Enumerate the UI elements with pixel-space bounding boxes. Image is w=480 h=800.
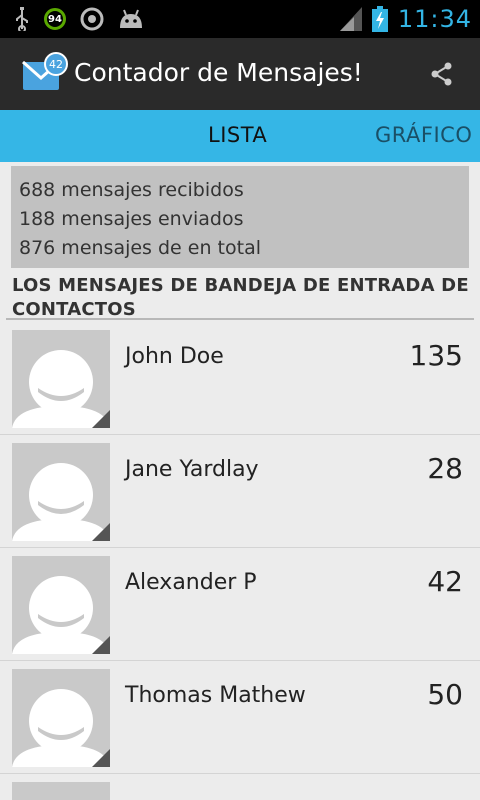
status-left-icons: 94	[14, 4, 144, 34]
signal-icon	[339, 7, 362, 31]
app-title: Contador de Mensajes!	[74, 58, 363, 87]
app-circle-icon	[80, 7, 104, 31]
contact-row[interactable]: Thomas Mathew 50	[0, 661, 480, 774]
contact-row[interactable]: Jane Yardlay 28	[0, 435, 480, 548]
contact-avatar-icon	[12, 443, 110, 541]
contact-avatar-icon	[12, 330, 110, 428]
section-divider	[6, 318, 474, 320]
contact-avatar-icon	[12, 782, 110, 800]
sent-count-text: 188 mensajes enviados	[19, 208, 244, 230]
app-mail-icon: 42	[22, 52, 68, 90]
contact-avatar-icon	[12, 556, 110, 654]
battery-icon	[371, 6, 388, 32]
status-right-icons: 11:34	[339, 4, 472, 34]
action-bar: 42 Contador de Mensajes!	[0, 38, 480, 110]
tab-grafico[interactable]: GRÁFICO	[375, 123, 472, 147]
contact-name: Alexander P	[125, 570, 257, 595]
contact-message-count: 50	[427, 678, 463, 711]
summary-box: 688 mensajes recibidos 188 mensajes envi…	[11, 166, 469, 268]
svg-text:42: 42	[49, 58, 63, 71]
contact-avatar-icon	[12, 669, 110, 767]
contact-list: John Doe 135 Jane Yardlay 28 Alexander P…	[0, 322, 480, 774]
android-icon	[120, 9, 142, 28]
total-count-text: 876 mensajes de en total	[19, 237, 261, 259]
status-bar: 94 11:34	[0, 0, 480, 38]
contact-row[interactable]: Alexander P 42	[0, 548, 480, 661]
contact-row[interactable]: John Doe 135	[0, 322, 480, 435]
tab-lista[interactable]: LISTA	[208, 123, 267, 147]
contact-name: Thomas Mathew	[125, 683, 306, 708]
received-count-text: 688 mensajes recibidos	[19, 179, 244, 201]
contact-message-count: 28	[427, 452, 463, 485]
contact-name: Jane Yardlay	[125, 457, 259, 482]
contact-message-count: 135	[409, 339, 463, 372]
status-time: 11:34	[397, 5, 472, 33]
contact-message-count: 42	[427, 565, 463, 598]
battery-ring-icon: 94	[44, 8, 66, 30]
tab-bar: LISTA GRÁFICO	[0, 110, 480, 162]
usb-icon	[16, 7, 28, 31]
section-title: LOS MENSAJES DE BANDEJA DE ENTRADA DE CO…	[12, 275, 469, 320]
share-icon[interactable]	[428, 60, 456, 88]
contact-name: John Doe	[125, 344, 224, 369]
